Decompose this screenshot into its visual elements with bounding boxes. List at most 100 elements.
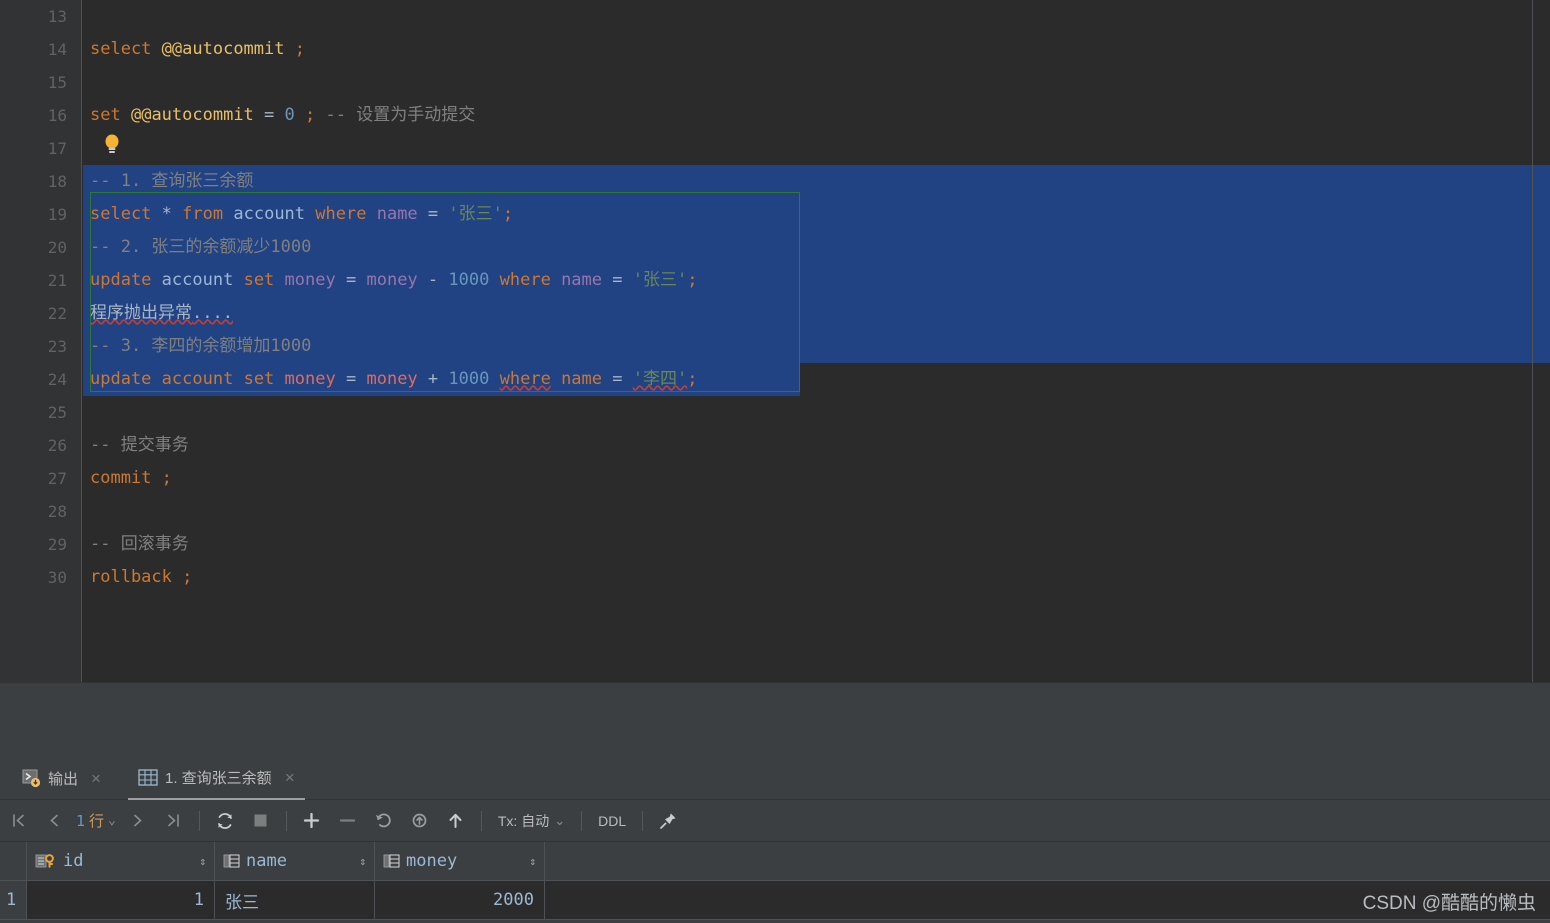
line-number[interactable]: 14 bbox=[0, 33, 81, 66]
code-line[interactable]: rollback ; bbox=[83, 561, 1550, 594]
stop-icon[interactable] bbox=[243, 800, 279, 842]
column-header-money[interactable]: money ⇕ bbox=[375, 842, 545, 881]
code-surface[interactable]: select @@autocommit ; set @@autocommit = … bbox=[83, 0, 1550, 682]
chevron-down-icon[interactable]: ⌄ bbox=[108, 813, 116, 828]
code-line[interactable]: set @@autocommit = 0 ; -- 设置为手动提交 bbox=[83, 99, 1550, 132]
line-number[interactable]: 25 bbox=[0, 396, 81, 429]
line-number[interactable]: 23 bbox=[0, 330, 81, 363]
next-page-icon[interactable] bbox=[120, 800, 156, 842]
code-line[interactable]: -- 回滚事务 bbox=[83, 528, 1550, 561]
line-number[interactable]: 26 bbox=[0, 429, 81, 462]
code-line[interactable]: select @@autocommit ; bbox=[83, 33, 1550, 66]
code-line[interactable]: -- 1. 查询张三余额 bbox=[83, 165, 1550, 198]
code-line[interactable] bbox=[83, 396, 1550, 429]
line-number[interactable]: 30 bbox=[0, 561, 81, 594]
toolbar-separator bbox=[480, 810, 482, 831]
row-count-selector[interactable]: 1行 ⌄ bbox=[72, 810, 120, 831]
code-line[interactable]: -- 2. 张三的余额减少1000 bbox=[83, 231, 1550, 264]
line-number[interactable]: 29 bbox=[0, 528, 81, 561]
delete-row-icon[interactable] bbox=[330, 800, 366, 842]
row-count-number: 1 bbox=[76, 811, 86, 830]
code-token: account bbox=[161, 369, 234, 389]
code-token: @@autocommit bbox=[130, 105, 254, 125]
cell-name[interactable]: 张三 bbox=[215, 881, 375, 920]
line-number[interactable]: 20 bbox=[0, 231, 81, 264]
last-page-icon[interactable] bbox=[156, 800, 192, 842]
reload-icon[interactable] bbox=[207, 800, 243, 842]
column-header-id[interactable]: id ⇕ bbox=[27, 842, 215, 881]
pin-icon[interactable] bbox=[650, 800, 686, 842]
chevron-down-icon[interactable]: ⌄ bbox=[554, 813, 565, 829]
add-row-icon[interactable] bbox=[294, 800, 330, 842]
line-number[interactable]: 28 bbox=[0, 495, 81, 528]
code-line[interactable]: commit ; bbox=[83, 462, 1550, 495]
line-number[interactable]: 24 bbox=[0, 363, 81, 396]
results-toolbar[interactable]: 1行 ⌄ Tx: 自动 ⌄ DDL bbox=[0, 800, 1550, 842]
row-index[interactable]: 1 bbox=[0, 881, 27, 920]
column-header-name[interactable]: name ⇕ bbox=[215, 842, 375, 881]
row-count-unit: 行 bbox=[89, 812, 105, 830]
line-number[interactable]: 15 bbox=[0, 66, 81, 99]
table-row[interactable]: 1 1 张三 2000 bbox=[0, 881, 1550, 920]
cell-money[interactable]: 2000 bbox=[375, 881, 545, 920]
tx-mode-selector[interactable]: Tx: 自动 ⌄ bbox=[489, 800, 574, 842]
code-line[interactable] bbox=[83, 495, 1550, 528]
splitter-line bbox=[0, 682, 1550, 683]
tab-output-close-icon[interactable]: × bbox=[91, 770, 101, 787]
csdn-watermark: CSDN @酷酷的懒虫 bbox=[1362, 893, 1536, 914]
grid-corner bbox=[0, 842, 27, 881]
code-token: ; bbox=[502, 204, 514, 224]
tab-query-result-close-icon[interactable]: × bbox=[285, 769, 295, 786]
code-token: select bbox=[90, 39, 152, 59]
editor-results-splitter[interactable] bbox=[0, 682, 1550, 757]
line-number[interactable]: 17 bbox=[0, 132, 81, 165]
cell-id[interactable]: 1 bbox=[27, 881, 215, 920]
lightbulb-icon[interactable] bbox=[102, 133, 122, 155]
code-line[interactable]: 程序抛出异常.... bbox=[83, 297, 1550, 330]
line-number[interactable]: 21 bbox=[0, 264, 81, 297]
line-number[interactable]: 27 bbox=[0, 462, 81, 495]
code-line[interactable]: update account set money = money + 1000 … bbox=[83, 363, 800, 396]
code-line[interactable] bbox=[83, 132, 1550, 165]
first-page-icon[interactable] bbox=[0, 800, 36, 842]
code-line[interactable]: update account set money = money - 1000 … bbox=[83, 264, 1550, 297]
result-grid[interactable]: id ⇕ name ⇕ money ⇕ 1 1 张三 2000 bbox=[0, 842, 1550, 920]
sort-toggle-icon[interactable]: ⇕ bbox=[199, 856, 206, 867]
code-token: account bbox=[161, 270, 234, 290]
tab-output-label: 输出 bbox=[48, 771, 79, 788]
code-line[interactable] bbox=[83, 0, 1550, 33]
line-number[interactable]: 19 bbox=[0, 198, 81, 231]
code-line[interactable]: -- 3. 李四的余额增加1000 bbox=[83, 330, 1550, 363]
results-tabbar[interactable]: 输出 × 1. 查询张三余额 × bbox=[0, 757, 1550, 800]
sort-toggle-icon[interactable]: ⇕ bbox=[359, 856, 366, 867]
code-line[interactable] bbox=[83, 66, 1550, 99]
tab-output[interactable]: 输出 × bbox=[12, 757, 111, 800]
code-token: = bbox=[612, 270, 623, 290]
ddl-button[interactable]: DDL bbox=[589, 800, 635, 842]
code-editor[interactable]: 13 14 15 16 17 18 19 20 21 22 23 24 25 26 27 28 29 30 sel… bbox=[0, 0, 1550, 682]
code-line[interactable]: -- 提交事务 bbox=[83, 429, 1550, 462]
line-number[interactable]: 22 bbox=[0, 297, 81, 330]
tab-query-result[interactable]: 1. 查询张三余额 × bbox=[128, 757, 305, 800]
revert-icon[interactable] bbox=[366, 800, 402, 842]
line-number[interactable]: 13 bbox=[0, 0, 81, 33]
code-token: set bbox=[243, 369, 275, 389]
revert-selected-icon[interactable] bbox=[402, 800, 438, 842]
column-header-name-label: name bbox=[246, 851, 287, 871]
line-number[interactable]: 18 bbox=[0, 165, 81, 198]
sort-toggle-icon[interactable]: ⇕ bbox=[529, 856, 536, 867]
line-number[interactable]: 16 bbox=[0, 99, 81, 132]
line-number-gutter[interactable]: 13 14 15 16 17 18 19 20 21 22 23 24 25 26 27 28 29 30 bbox=[0, 0, 82, 682]
prev-page-icon[interactable] bbox=[36, 800, 72, 842]
submit-icon[interactable] bbox=[438, 800, 474, 842]
code-line[interactable]: select * from account where name = '张三'; bbox=[83, 198, 1550, 231]
